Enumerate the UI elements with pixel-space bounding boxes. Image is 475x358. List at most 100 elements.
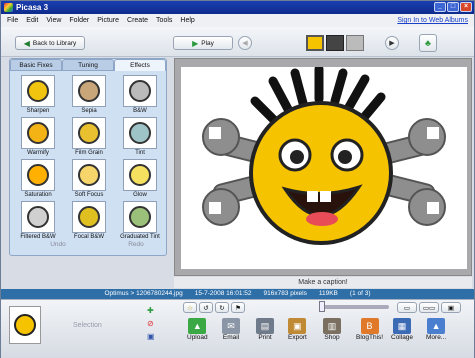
print-icon: ▤ bbox=[256, 318, 274, 334]
filmstrip-thumb[interactable] bbox=[306, 35, 324, 51]
view-fullscreen-button[interactable]: ▣ bbox=[441, 302, 461, 313]
sign-in-link[interactable]: Sign In to Web Albums bbox=[397, 17, 468, 24]
effect-thumbnail bbox=[123, 201, 157, 233]
effect-label: Filtered B&W bbox=[20, 234, 56, 240]
tray-action-email[interactable]: ✉ Email bbox=[222, 318, 240, 341]
tag-button[interactable]: ⚑ bbox=[231, 302, 245, 313]
shop-icon: ▥ bbox=[323, 318, 341, 334]
arrow-left-icon: ◀ bbox=[23, 38, 30, 48]
smiley-face-icon bbox=[27, 206, 49, 228]
menu-folder[interactable]: Folder bbox=[69, 17, 89, 24]
menu-help[interactable]: Help bbox=[180, 17, 194, 24]
next-photo-button[interactable]: ▶ bbox=[385, 36, 399, 50]
effect-item[interactable]: Saturation bbox=[14, 159, 62, 199]
people-button[interactable]: ♣ bbox=[419, 34, 437, 52]
zoom-slider[interactable] bbox=[319, 305, 389, 309]
view-single-button[interactable]: ▭ bbox=[397, 302, 417, 313]
back-label: Back to Library bbox=[32, 39, 77, 47]
effect-label: Warmify bbox=[27, 150, 49, 156]
effect-label: Tint bbox=[135, 150, 145, 156]
tray-action-shop[interactable]: ▥ Shop bbox=[323, 318, 341, 341]
tray-action-blogthis[interactable]: B BlogThis! bbox=[356, 318, 383, 341]
compare-view-icon: ▭▭ bbox=[422, 304, 436, 312]
smiley-face-icon bbox=[78, 122, 100, 144]
effect-item[interactable]: B&W bbox=[116, 75, 164, 115]
effects-grid: Sharpen Sepia B&W Warmify Film Grain Tint Satu… bbox=[14, 75, 164, 241]
effect-item[interactable]: Film Grain bbox=[65, 117, 113, 157]
tab-effects[interactable]: Effects bbox=[114, 59, 166, 71]
selection-thumb[interactable] bbox=[9, 306, 41, 344]
smiley-face-icon bbox=[129, 80, 151, 102]
effect-thumbnail bbox=[72, 117, 106, 149]
play-icon: ▶ bbox=[192, 38, 199, 48]
effect-item[interactable]: Graduated Tint bbox=[116, 201, 164, 241]
people-icon: ♣ bbox=[425, 38, 431, 48]
collage-icon: ▦ bbox=[393, 318, 412, 334]
tray-action-upload[interactable]: ▲ Upload bbox=[187, 318, 208, 341]
effect-label: Soft Focus bbox=[74, 192, 104, 198]
blogthis-icon: B bbox=[360, 318, 379, 334]
photo-tray: Selection ✚ ⊘ ▣ ☆ ↺ ↻ ⚑ ▭ ▭▭ ▣ ▲ Upload ✉ E… bbox=[1, 299, 474, 358]
play-label: Play bbox=[201, 39, 214, 47]
minimize-button[interactable]: _ bbox=[434, 2, 446, 12]
smiley-face-icon bbox=[27, 80, 49, 102]
tab-basic-fixes[interactable]: Basic Fixes bbox=[10, 59, 62, 71]
rotate-left-button[interactable]: ↺ bbox=[199, 302, 213, 313]
clear-icon[interactable]: ⊘ bbox=[147, 319, 154, 328]
caption-field[interactable]: Make a caption! bbox=[174, 277, 472, 288]
rotate-right-button[interactable]: ↻ bbox=[215, 302, 229, 313]
effect-thumbnail bbox=[21, 117, 55, 149]
photo-viewer bbox=[174, 58, 472, 276]
smiley-face-icon bbox=[129, 164, 151, 186]
smiley-face-icon bbox=[78, 80, 100, 102]
zoom-slider-handle[interactable] bbox=[319, 301, 325, 312]
maximize-button[interactable]: □ bbox=[447, 2, 459, 12]
more-icon: ▲ bbox=[427, 318, 446, 334]
menu-tools[interactable]: Tools bbox=[156, 17, 172, 24]
menu-create[interactable]: Create bbox=[127, 17, 148, 24]
selection-label: Selection bbox=[73, 322, 102, 329]
effect-item[interactable]: Sepia bbox=[65, 75, 113, 115]
tab-tuning[interactable]: Tuning bbox=[62, 59, 114, 71]
window-title: Picasa 3 bbox=[16, 3, 49, 12]
filmstrip-thumb[interactable] bbox=[326, 35, 344, 51]
star-button[interactable]: ☆ bbox=[183, 302, 197, 313]
effect-label: Focal B&W bbox=[73, 234, 104, 240]
menu-picture[interactable]: Picture bbox=[97, 17, 119, 24]
effect-item[interactable]: Tint bbox=[116, 117, 164, 157]
tray-action-more[interactable]: ▲ More... bbox=[426, 318, 446, 341]
redo-button[interactable]: Redo bbox=[106, 241, 166, 248]
effect-item[interactable]: Glow bbox=[116, 159, 164, 199]
smiley-face-icon bbox=[27, 122, 49, 144]
effect-item[interactable]: Soft Focus bbox=[65, 159, 113, 199]
export-icon: ▣ bbox=[288, 318, 307, 334]
undo-button[interactable]: Undo bbox=[28, 241, 88, 248]
effect-item[interactable]: Filtered B&W bbox=[14, 201, 62, 241]
view-compare-button[interactable]: ▭▭ bbox=[419, 302, 439, 313]
filmstrip-thumb[interactable] bbox=[346, 35, 364, 51]
menu-file[interactable]: File bbox=[7, 17, 18, 24]
close-button[interactable]: × bbox=[460, 2, 472, 12]
back-to-library-button[interactable]: ◀ Back to Library bbox=[15, 36, 85, 50]
play-button[interactable]: ▶ Play bbox=[173, 36, 233, 50]
smiley-face-icon bbox=[78, 164, 100, 186]
status-bar: Optimus > 1206780244.jpg 15-7-2008 16:01… bbox=[1, 289, 474, 299]
tray-action-collage[interactable]: ▦ Collage bbox=[391, 318, 413, 341]
album-icon[interactable]: ▣ bbox=[147, 332, 155, 341]
tray-action-export[interactable]: ▣ Export bbox=[288, 318, 307, 341]
smiley-face-icon bbox=[129, 206, 151, 228]
menu-view[interactable]: View bbox=[46, 17, 61, 24]
previous-photo-button[interactable]: ◀ bbox=[238, 36, 252, 50]
effect-item[interactable]: Sharpen bbox=[14, 75, 62, 115]
effect-thumbnail bbox=[123, 75, 157, 107]
effect-label: Sharpen bbox=[26, 108, 50, 114]
effect-thumbnail bbox=[72, 159, 106, 191]
tray-action-label: Export bbox=[288, 334, 307, 341]
hold-icon[interactable]: ✚ bbox=[147, 306, 154, 315]
effect-item[interactable]: Warmify bbox=[14, 117, 62, 157]
effect-label: Saturation bbox=[24, 192, 52, 198]
effect-item[interactable]: Focal B&W bbox=[65, 201, 113, 241]
tray-action-print[interactable]: ▤ Print bbox=[256, 318, 274, 341]
menu-edit[interactable]: Edit bbox=[26, 17, 38, 24]
photo[interactable] bbox=[181, 64, 467, 269]
